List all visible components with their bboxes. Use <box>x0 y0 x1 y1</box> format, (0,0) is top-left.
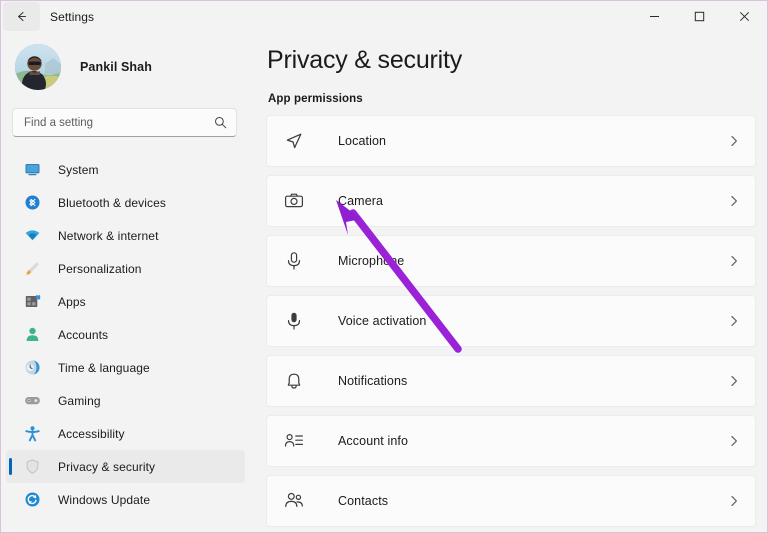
permission-label: Voice activation <box>338 314 427 328</box>
account-name: Pankil Shah <box>80 60 152 74</box>
bluetooth-icon <box>23 194 41 212</box>
permission-row-microphone[interactable]: Microphone <box>266 235 756 287</box>
sidebar-item-accessibility[interactable]: Accessibility <box>6 417 245 450</box>
sidebar-item-network-internet[interactable]: Network & internet <box>6 219 245 252</box>
minimize-button[interactable] <box>632 1 677 32</box>
sidebar-item-time-language[interactable]: Time & language <box>6 351 245 384</box>
sidebar-item-bluetooth-devices[interactable]: Bluetooth & devices <box>6 186 245 219</box>
permission-row-account-info[interactable]: Account info <box>266 415 756 467</box>
permission-label: Account info <box>338 434 408 448</box>
sidebar-item-label: Network & internet <box>58 228 159 243</box>
sidebar-item-label: Privacy & security <box>58 459 156 474</box>
apps-grid-icon <box>23 293 41 311</box>
app-title: Settings <box>50 9 95 24</box>
location-arrow-icon <box>283 130 305 152</box>
permission-label: Location <box>338 134 387 148</box>
window-controls <box>632 1 767 32</box>
system-monitor-icon <box>23 161 41 179</box>
microphone-filled-icon <box>283 310 305 332</box>
person-icon <box>23 326 41 344</box>
sidebar: Pankil Shah System <box>1 32 251 532</box>
back-button[interactable] <box>3 2 40 31</box>
clock-globe-icon <box>23 359 41 377</box>
back-arrow-icon <box>14 9 29 24</box>
sidebar-item-personalization[interactable]: Personalization <box>6 252 245 285</box>
sidebar-item-label: Accounts <box>58 327 109 342</box>
accessibility-person-icon <box>23 425 41 443</box>
search-icon <box>214 116 227 129</box>
wifi-icon <box>23 227 41 245</box>
chevron-right-icon <box>727 434 741 448</box>
sidebar-item-accounts[interactable]: Accounts <box>6 318 245 351</box>
bell-icon <box>283 370 305 392</box>
chevron-right-icon <box>727 194 741 208</box>
sidebar-item-windows-update[interactable]: Windows Update <box>6 483 245 516</box>
permission-row-contacts[interactable]: Contacts <box>266 475 756 527</box>
permission-label: Camera <box>338 194 384 208</box>
chevron-right-icon <box>727 254 741 268</box>
avatar <box>15 44 61 90</box>
permission-label: Contacts <box>338 494 389 508</box>
app-permissions-list: Location Camera Microphone Voice activat… <box>266 115 756 532</box>
permission-row-voice-activation[interactable]: Voice activation <box>266 295 756 347</box>
sidebar-item-label: Windows Update <box>58 492 151 507</box>
sidebar-item-privacy-security[interactable]: Privacy & security <box>6 450 245 483</box>
permission-row-location[interactable]: Location <box>266 115 756 167</box>
main-content: Privacy & security App permissions Locat… <box>251 32 767 532</box>
permission-row-camera[interactable]: Camera <box>266 175 756 227</box>
account-section[interactable]: Pankil Shah <box>1 39 251 95</box>
title-bar: Settings <box>1 1 767 32</box>
search-input[interactable] <box>24 116 214 129</box>
page-title: Privacy & security <box>267 46 463 74</box>
maximize-button[interactable] <box>677 1 722 32</box>
sidebar-item-label: Personalization <box>58 261 142 276</box>
sidebar-item-label: System <box>58 162 99 177</box>
shield-icon <box>23 458 41 476</box>
paintbrush-icon <box>23 260 41 278</box>
sidebar-item-label: Bluetooth & devices <box>58 195 166 210</box>
permission-label: Notifications <box>338 374 408 388</box>
chevron-right-icon <box>727 494 741 508</box>
section-heading: App permissions <box>268 93 363 105</box>
contacts-people-icon <box>283 490 305 512</box>
sidebar-item-label: Gaming <box>58 393 101 408</box>
update-refresh-icon <box>23 491 41 509</box>
sidebar-item-label: Apps <box>58 294 86 309</box>
close-button[interactable] <box>722 1 767 32</box>
sidebar-item-label: Accessibility <box>58 426 125 441</box>
account-info-icon <box>283 430 305 452</box>
sidebar-item-label: Time & language <box>58 360 150 375</box>
microphone-outline-icon <box>283 250 305 272</box>
minimize-icon <box>649 11 660 22</box>
gamepad-icon <box>23 392 41 410</box>
chevron-right-icon <box>727 314 741 328</box>
sidebar-item-apps[interactable]: Apps <box>6 285 245 318</box>
sidebar-nav: System Bluetooth & devices Network & int… <box>1 153 251 516</box>
search-box[interactable] <box>12 108 237 137</box>
chevron-right-icon <box>727 374 741 388</box>
sidebar-item-system[interactable]: System <box>6 153 245 186</box>
sidebar-item-gaming[interactable]: Gaming <box>6 384 245 417</box>
permission-row-notifications[interactable]: Notifications <box>266 355 756 407</box>
close-icon <box>739 11 750 22</box>
settings-window: Settings Pankil Shah Find a setting Syst… <box>0 0 768 533</box>
camera-icon <box>283 190 305 212</box>
maximize-icon <box>694 11 705 22</box>
permission-label: Microphone <box>338 254 405 268</box>
chevron-right-icon <box>727 134 741 148</box>
